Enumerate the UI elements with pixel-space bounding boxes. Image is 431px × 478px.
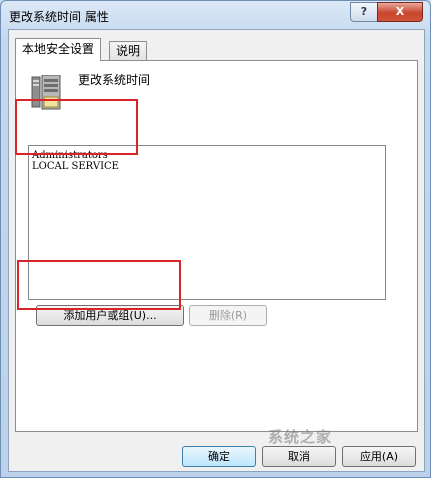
title-bar[interactable]: 更改系统时间 属性 ? X (1, 1, 430, 29)
cancel-button[interactable]: 取消 (262, 446, 336, 467)
close-button[interactable]: X (377, 2, 423, 22)
tab-panel: 更改系统时间 Administrators LOCAL SERVICE 添加用户… (15, 60, 418, 432)
apply-button[interactable]: 应用(A) (342, 446, 416, 467)
server-computer-icon (31, 75, 61, 110)
list-item[interactable]: Administrators (29, 150, 119, 161)
policy-name: 更改系统时间 (78, 73, 151, 87)
add-user-or-group-button[interactable]: 添加用户或组(U)... (36, 305, 184, 326)
watermark-logo: 系统之家 (268, 428, 333, 446)
dialog-client-area: 本地安全设置 说明 更改系统时间 Administrators LOCAL SE… (8, 29, 425, 472)
properties-dialog: 更改系统时间 属性 ? X 本地安全设置 说明 更改系统时间 Administr… (0, 0, 431, 478)
tab-local-security-setting[interactable]: 本地安全设置 (15, 38, 102, 61)
remove-button[interactable]: 删除(R) (189, 305, 267, 326)
help-button[interactable]: ? (350, 2, 378, 22)
members-listbox[interactable]: Administrators LOCAL SERVICE (28, 145, 386, 300)
ok-button[interactable]: 确定 (182, 446, 256, 467)
window-title: 更改系统时间 属性 (9, 10, 109, 24)
list-item[interactable]: LOCAL SERVICE (29, 161, 119, 172)
tab-explain[interactable]: 说明 (109, 41, 148, 61)
